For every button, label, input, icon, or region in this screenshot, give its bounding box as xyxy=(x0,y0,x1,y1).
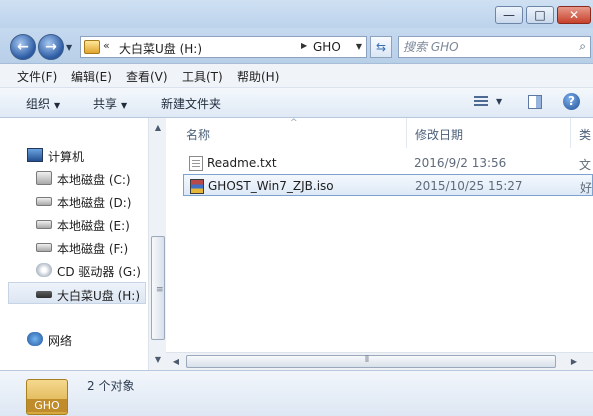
menu-bar: 文件(F) 编辑(E) 查看(V) 工具(T) 帮助(H) xyxy=(0,64,593,88)
search-box[interactable]: ⌕ xyxy=(398,36,591,58)
search-input[interactable] xyxy=(403,39,563,55)
refresh-button[interactable]: ⇆ xyxy=(370,36,392,58)
system-drive-icon xyxy=(36,171,52,185)
usb-drive-icon xyxy=(36,291,52,298)
close-button[interactable]: ✕ xyxy=(557,6,591,24)
scroll-left-icon[interactable]: ◀ xyxy=(168,354,184,370)
column-divider[interactable] xyxy=(406,118,407,148)
scroll-right-icon[interactable]: ▶ xyxy=(566,354,582,370)
nav-label: 大白菜U盘 (H:) xyxy=(57,289,141,303)
nav-vertical-scrollbar[interactable]: ▲ ≡ ▼ xyxy=(148,118,166,370)
menu-help[interactable]: 帮助(H) xyxy=(237,68,279,85)
organize-button[interactable]: 组织 ▼ xyxy=(26,95,60,112)
computer-icon xyxy=(27,148,43,162)
minimize-icon: — xyxy=(503,8,515,22)
details-pane: GHO 2 个对象 xyxy=(0,370,593,416)
address-row: ← → ▼ « 大白菜U盘 (H:) ▶ GHO ▼ ⇆ ⌕ xyxy=(0,28,593,64)
recent-pages-dropdown[interactable]: ▼ xyxy=(66,43,76,53)
file-type: 文 xyxy=(579,158,592,172)
scroll-up-icon[interactable]: ▲ xyxy=(150,120,166,136)
forward-button[interactable]: → xyxy=(38,34,64,60)
nav-label: 计算机 xyxy=(48,150,85,164)
file-horizontal-scrollbar[interactable]: ◀ ⦀ ▶ xyxy=(166,352,593,370)
text-file-icon xyxy=(189,156,203,171)
iso-archive-icon xyxy=(190,179,204,194)
nav-label: 本地磁盘 (C:) xyxy=(57,173,131,187)
file-name: GHOST_Win7_ZJB.iso xyxy=(208,179,334,193)
close-icon: ✕ xyxy=(568,8,580,22)
breadcrumb-folder[interactable]: GHO xyxy=(313,40,341,54)
nav-item-drive-f[interactable]: 本地磁盘 (F:) xyxy=(0,236,148,258)
drive-icon xyxy=(36,220,52,229)
breadcrumb-separator-icon[interactable]: ▶ xyxy=(301,41,307,50)
chevron-down-icon: ▼ xyxy=(121,101,128,110)
menu-edit[interactable]: 编辑(E) xyxy=(71,68,112,85)
scroll-down-icon[interactable]: ▼ xyxy=(150,352,166,368)
drive-icon xyxy=(36,243,52,252)
nav-item-drive-d[interactable]: 本地磁盘 (D:) xyxy=(0,190,148,212)
new-folder-button[interactable]: 新建文件夹 xyxy=(161,95,221,112)
file-date: 2016/9/2 13:56 xyxy=(414,156,507,170)
cd-drive-icon xyxy=(36,263,52,277)
nav-item-drive-g[interactable]: CD 驱动器 (G:) xyxy=(0,259,148,281)
item-count: 2 个对象 xyxy=(87,379,135,393)
file-date: 2015/10/25 15:27 xyxy=(415,179,523,193)
nav-label: 本地磁盘 (D:) xyxy=(57,196,132,210)
navigation-pane: 计算机 本地磁盘 (C:) 本地磁盘 (D:) 本地磁盘 (E:) 本地磁盘 (… xyxy=(0,118,166,370)
nav-label: 本地磁盘 (F:) xyxy=(57,242,129,256)
column-divider[interactable] xyxy=(570,118,571,148)
nav-label: 本地磁盘 (E:) xyxy=(57,219,130,233)
menu-file[interactable]: 文件(F) xyxy=(17,68,57,85)
file-list: 名称 ^ 修改日期 类 Readme.txt 2016/9/2 13:56 文 … xyxy=(166,118,593,352)
file-row-readme[interactable]: Readme.txt 2016/9/2 13:56 文 xyxy=(183,152,593,174)
sort-ascending-icon: ^ xyxy=(290,118,298,128)
usb-drive-small-icon xyxy=(84,40,100,54)
share-button[interactable]: 共享 ▼ xyxy=(93,95,127,112)
chevron-down-icon: ▼ xyxy=(54,101,61,110)
share-label: 共享 xyxy=(93,97,118,111)
maximize-icon: □ xyxy=(534,8,546,22)
address-overflow-chevron[interactable]: « xyxy=(103,39,110,52)
nav-item-network[interactable]: 网络 xyxy=(0,328,148,350)
address-dropdown-icon[interactable]: ▼ xyxy=(356,42,362,51)
nav-item-drive-c[interactable]: 本地磁盘 (C:) xyxy=(0,167,148,189)
grip-icon: ⦀ xyxy=(365,355,369,365)
back-arrow-icon: ← xyxy=(17,39,29,55)
drive-icon xyxy=(36,197,52,206)
address-bar[interactable]: « 大白菜U盘 (H:) ▶ GHO ▼ xyxy=(80,36,367,58)
menu-tools[interactable]: 工具(T) xyxy=(182,68,223,85)
nav-item-drive-h[interactable]: 大白菜U盘 (H:) xyxy=(8,282,146,304)
nav-item-drive-e[interactable]: 本地磁盘 (E:) xyxy=(0,213,148,235)
minimize-button[interactable]: — xyxy=(495,6,523,24)
breadcrumb-drive[interactable]: 大白菜U盘 (H:) xyxy=(119,40,202,57)
folder-thumbnail-label: GHO xyxy=(27,399,67,412)
maximize-button[interactable]: □ xyxy=(526,6,554,24)
scroll-thumb[interactable]: ≡ xyxy=(151,236,165,340)
scroll-thumb[interactable]: ⦀ xyxy=(186,355,556,368)
file-name: Readme.txt xyxy=(207,156,277,170)
view-options-icon[interactable] xyxy=(474,96,488,108)
command-bar: 组织 ▼ 共享 ▼ 新建文件夹 ▼ ? xyxy=(0,88,593,118)
file-row-iso[interactable]: GHOST_Win7_ZJB.iso 2015/10/25 15:27 好 xyxy=(183,174,593,196)
title-bar: — □ ✕ xyxy=(0,0,593,28)
help-icon[interactable]: ? xyxy=(563,93,580,110)
menu-view[interactable]: 查看(V) xyxy=(126,68,168,85)
grip-icon: ≡ xyxy=(156,285,164,295)
network-icon xyxy=(27,332,43,346)
nav-item-computer[interactable]: 计算机 xyxy=(0,144,148,166)
organize-label: 组织 xyxy=(26,97,51,111)
nav-label: 网络 xyxy=(48,334,73,348)
refresh-icon: ⇆ xyxy=(375,40,387,54)
nav-label: CD 驱动器 (G:) xyxy=(57,265,141,279)
preview-pane-icon[interactable] xyxy=(528,95,542,109)
view-dropdown-icon[interactable]: ▼ xyxy=(496,97,502,106)
folder-thumbnail-icon: GHO xyxy=(26,379,68,415)
file-type: 好 xyxy=(580,181,593,195)
forward-arrow-icon: → xyxy=(45,39,57,55)
search-icon[interactable]: ⌕ xyxy=(579,39,586,54)
back-button[interactable]: ← xyxy=(10,34,36,60)
